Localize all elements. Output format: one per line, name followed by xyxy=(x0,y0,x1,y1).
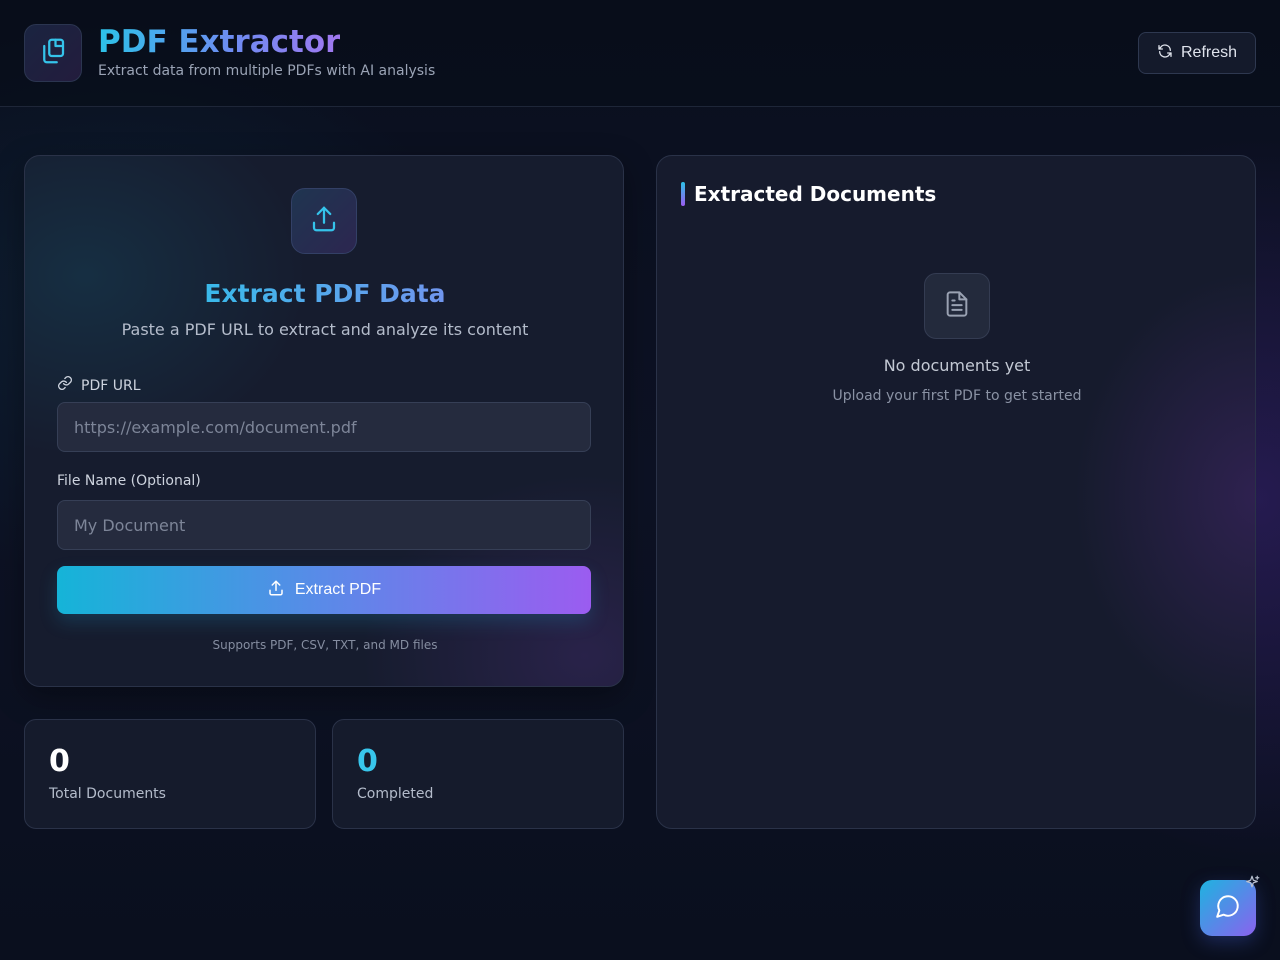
chat-bubble-icon xyxy=(1215,893,1241,923)
stat-completed-value: 0 xyxy=(357,744,378,779)
stat-total-documents-value: 0 xyxy=(49,744,70,779)
copy-files-icon xyxy=(38,36,68,70)
upload-icon xyxy=(267,579,285,602)
pdf-url-label-text: PDF URL xyxy=(81,377,141,394)
extract-pdf-label: Extract PDF xyxy=(294,581,382,598)
file-name-label: File Name (Optional) xyxy=(57,472,201,490)
refresh-icon xyxy=(1157,43,1173,64)
file-name-input[interactable] xyxy=(57,500,591,550)
upload-icon-container xyxy=(291,188,357,254)
document-icon xyxy=(943,290,971,322)
empty-state-subtitle: Upload your first PDF to get started xyxy=(832,388,1082,404)
empty-state-title: No documents yet xyxy=(883,356,1031,375)
refresh-label: Refresh xyxy=(1180,44,1238,61)
title-accent-bar xyxy=(681,182,685,206)
app-header: PDF Extractor Extract data from multiple… xyxy=(0,0,1280,107)
extract-pdf-button[interactable]: Extract PDF xyxy=(57,566,591,614)
app-subtitle: Extract data from multiple PDFs with AI … xyxy=(98,63,436,79)
pdf-url-input[interactable] xyxy=(57,402,591,452)
app-logo xyxy=(24,24,82,82)
supported-formats-text: Supports PDF, CSV, TXT, and MD files xyxy=(212,638,438,652)
empty-state-icon-container xyxy=(924,273,990,339)
stat-completed-label: Completed xyxy=(357,786,434,802)
sparkle-icon xyxy=(1243,874,1261,892)
documents-panel-title: Extracted Documents xyxy=(694,182,937,206)
extract-card-description: Paste a PDF URL to extract and analyze i… xyxy=(121,320,529,339)
link-icon xyxy=(57,375,73,396)
app-title: PDF Extractor xyxy=(98,24,341,60)
upload-icon xyxy=(309,204,339,238)
pdf-url-label: PDF URL xyxy=(57,375,141,396)
extract-card-title: Extract PDF Data xyxy=(25,278,625,310)
documents-panel: Extracted Documents No documents yet Upl… xyxy=(656,155,1256,829)
stat-completed: 0 Completed xyxy=(332,719,624,829)
file-name-label-text: File Name (Optional) xyxy=(57,473,201,489)
stat-total-documents: 0 Total Documents xyxy=(24,719,316,829)
extract-card: Extract PDF Data Paste a PDF URL to extr… xyxy=(24,155,624,687)
refresh-button[interactable]: Refresh xyxy=(1138,32,1256,74)
stat-total-documents-label: Total Documents xyxy=(49,786,166,802)
